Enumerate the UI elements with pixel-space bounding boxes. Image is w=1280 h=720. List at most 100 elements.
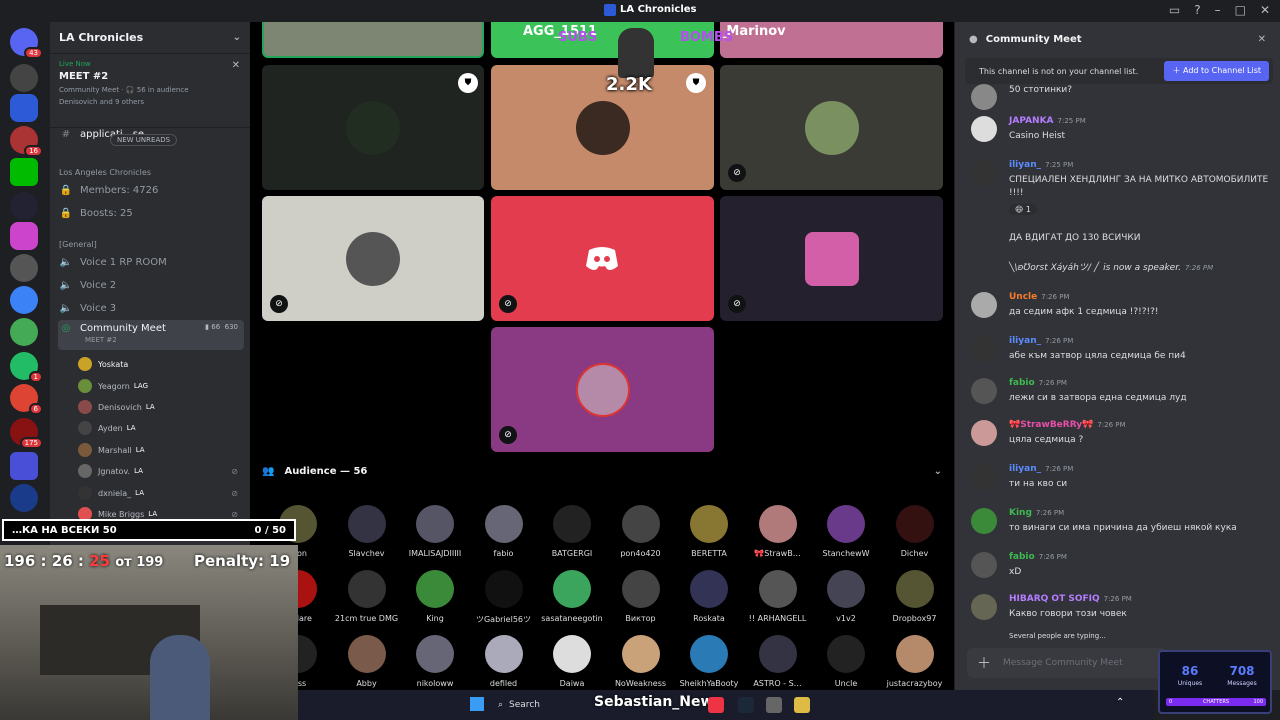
help-icon[interactable]: ? [1194,3,1200,17]
avatar[interactable] [971,552,997,578]
server-icon[interactable]: 16 [10,126,43,157]
add-to-channel-list-button[interactable]: ＋ Add to Channel List [1164,61,1269,81]
audience-member[interactable]: 21cm true DMG [335,565,399,625]
audience-member[interactable]: 🎀StrawB… [746,500,810,560]
audience-member[interactable]: Slavchev [335,500,399,560]
message-input[interactable]: ＋ Message Community Meet [967,648,1167,678]
plus-icon[interactable]: ＋ [977,653,991,673]
audience-member[interactable]: ツGabriel56ツ [472,565,536,625]
speaker-tile[interactable]: ⛊ [491,65,714,190]
close-icon[interactable]: ✕ [1258,34,1266,45]
speaker-tile[interactable] [262,22,484,58]
speaker-tile[interactable]: Milen_Marinov [720,22,943,58]
avatar[interactable] [971,378,997,404]
steam-icon[interactable] [738,697,754,713]
audience-member[interactable]: IMALISAJDIIIII [403,500,467,560]
maximize-icon[interactable]: □ [1235,3,1246,17]
stage-member[interactable]: Denisovich LA [78,398,248,416]
avatar[interactable] [971,292,997,318]
audience-member[interactable]: v1v2 [814,565,878,625]
stage-member[interactable]: dxniela_ LA ⊘ [78,484,248,502]
audience-member[interactable]: Daiwa [540,630,604,690]
server-icon[interactable] [10,286,38,314]
voice-channel-1[interactable]: 🔈 Voice 1 RP ROOM [58,252,244,272]
server-icon[interactable] [10,222,38,250]
tray-chevron-icon[interactable]: ⌃ [1116,697,1132,713]
audience-member[interactable]: !! ARHANGELL [746,565,810,625]
avatar[interactable] [971,84,997,110]
message-author[interactable]: fabio 7:26 PM [1009,378,1067,388]
voice-channel-2[interactable]: 🔈 Voice 2 [58,275,244,295]
message-author[interactable]: ╲\ʚ℧orst Xáyáhツ/ ╱ is now a speaker. 7:26 … [1009,260,1213,273]
kick-server-icon[interactable] [10,158,38,186]
server-icon[interactable] [10,254,38,282]
audience-member[interactable]: defiled [472,630,536,690]
stage-member[interactable]: Yeagorn LAG [78,377,248,395]
audience-member[interactable]: Uncle [814,630,878,690]
audience-member[interactable]: BERETTA [677,500,741,560]
audience-member[interactable]: fabio [472,500,536,560]
audience-member[interactable]: justacrazyboy [883,630,947,690]
server-header[interactable]: LA Chronicles ⌄ [50,22,250,54]
stage-member[interactable]: Jgnatov. LA ⊘ [78,462,248,480]
server-icon[interactable]: 6 [10,384,43,415]
message-author[interactable]: JAPANKA 7:25 PM [1009,116,1086,126]
server-icon[interactable] [10,484,38,512]
minimize-icon[interactable]: – [1215,3,1221,17]
server-icon-la[interactable] [10,94,38,122]
avatar[interactable] [971,160,997,186]
audience-member[interactable]: BATGERGI [540,500,604,560]
close-event-icon[interactable]: ✕ [232,60,240,71]
message-author[interactable]: HIBARQ OT SOFIQ 7:26 PM [1009,594,1132,604]
audience-member[interactable]: Dichev [883,500,947,560]
audience-member[interactable]: NoWeakness [609,630,673,690]
folder-icon[interactable] [10,452,38,480]
audience-header[interactable]: 👥 Audience — 56 ⌄ [262,466,942,477]
avatar[interactable] [971,116,997,142]
stage-member[interactable]: Yoskata [78,355,248,373]
server-icon[interactable] [10,318,38,346]
server-icon[interactable] [10,192,38,220]
stage-channel-community-meet[interactable]: ◎ Community Meet ▮ 66 630 MEET #2 [58,320,244,350]
audience-member[interactable]: ASTRO - S… [746,630,810,690]
avatar[interactable] [971,508,997,534]
message-author[interactable]: fabio 7:26 PM [1009,552,1067,562]
audience-member[interactable]: StanchewW [814,500,878,560]
speaker-tile[interactable]: ⊘ [491,327,714,452]
stage-member[interactable]: Ayden LA [78,419,248,437]
server-icon[interactable]: 1 [10,352,43,383]
new-unreads-pill[interactable]: NEW UNREADS [110,134,178,146]
audience-member[interactable]: sasataneegotin [540,565,604,625]
speaker-tile[interactable]: ⊘ [262,196,484,321]
chrome-icon[interactable] [794,697,810,713]
home-icon[interactable]: 43 [10,28,43,59]
message-author[interactable]: King 7:26 PM [1009,508,1064,518]
audience-member[interactable]: King [403,565,467,625]
audience-member[interactable]: nikoloww [403,630,467,690]
settings-icon[interactable] [766,697,782,713]
avatar[interactable] [971,594,997,620]
avatar[interactable] [971,464,997,490]
live-event-card[interactable]: Live Now MEET #2 Community Meet · 🎧 56 i… [50,54,250,128]
audience-member[interactable]: pon4o420 [609,500,673,560]
close-icon[interactable]: ✕ [1260,3,1270,17]
audience-member[interactable]: Abby [335,630,399,690]
inbox-icon[interactable]: ▭ [1169,3,1180,17]
category-general[interactable]: [General] [59,240,97,249]
voice-channel-3[interactable]: 🔈 Voice 3 [58,298,244,318]
message-author[interactable]: iliyan_ 7:26 PM [1009,336,1073,346]
audience-member[interactable]: SheikhYaBooty [677,630,741,690]
stage-member[interactable]: Marshall LA [78,441,248,459]
server-icon[interactable]: 175 [10,418,43,449]
audience-member[interactable]: Виктор [609,565,673,625]
server-icon[interactable] [10,64,38,92]
message-author[interactable]: 🎀StrawBeRRy🎀 7:26 PM [1009,420,1126,430]
avatar[interactable] [971,336,997,362]
speaker-tile[interactable]: ⊘ [491,196,714,321]
category-info[interactable]: Los Angeles Chronicles [59,168,151,177]
taskbar-search[interactable]: ⌕ Search [494,695,564,715]
message-author[interactable]: iliyan_ 7:25 PM [1009,160,1073,170]
audience-member[interactable]: Roskata [677,565,741,625]
avatar[interactable] [971,420,997,446]
speaker-tile[interactable]: ⛊ [262,65,484,190]
